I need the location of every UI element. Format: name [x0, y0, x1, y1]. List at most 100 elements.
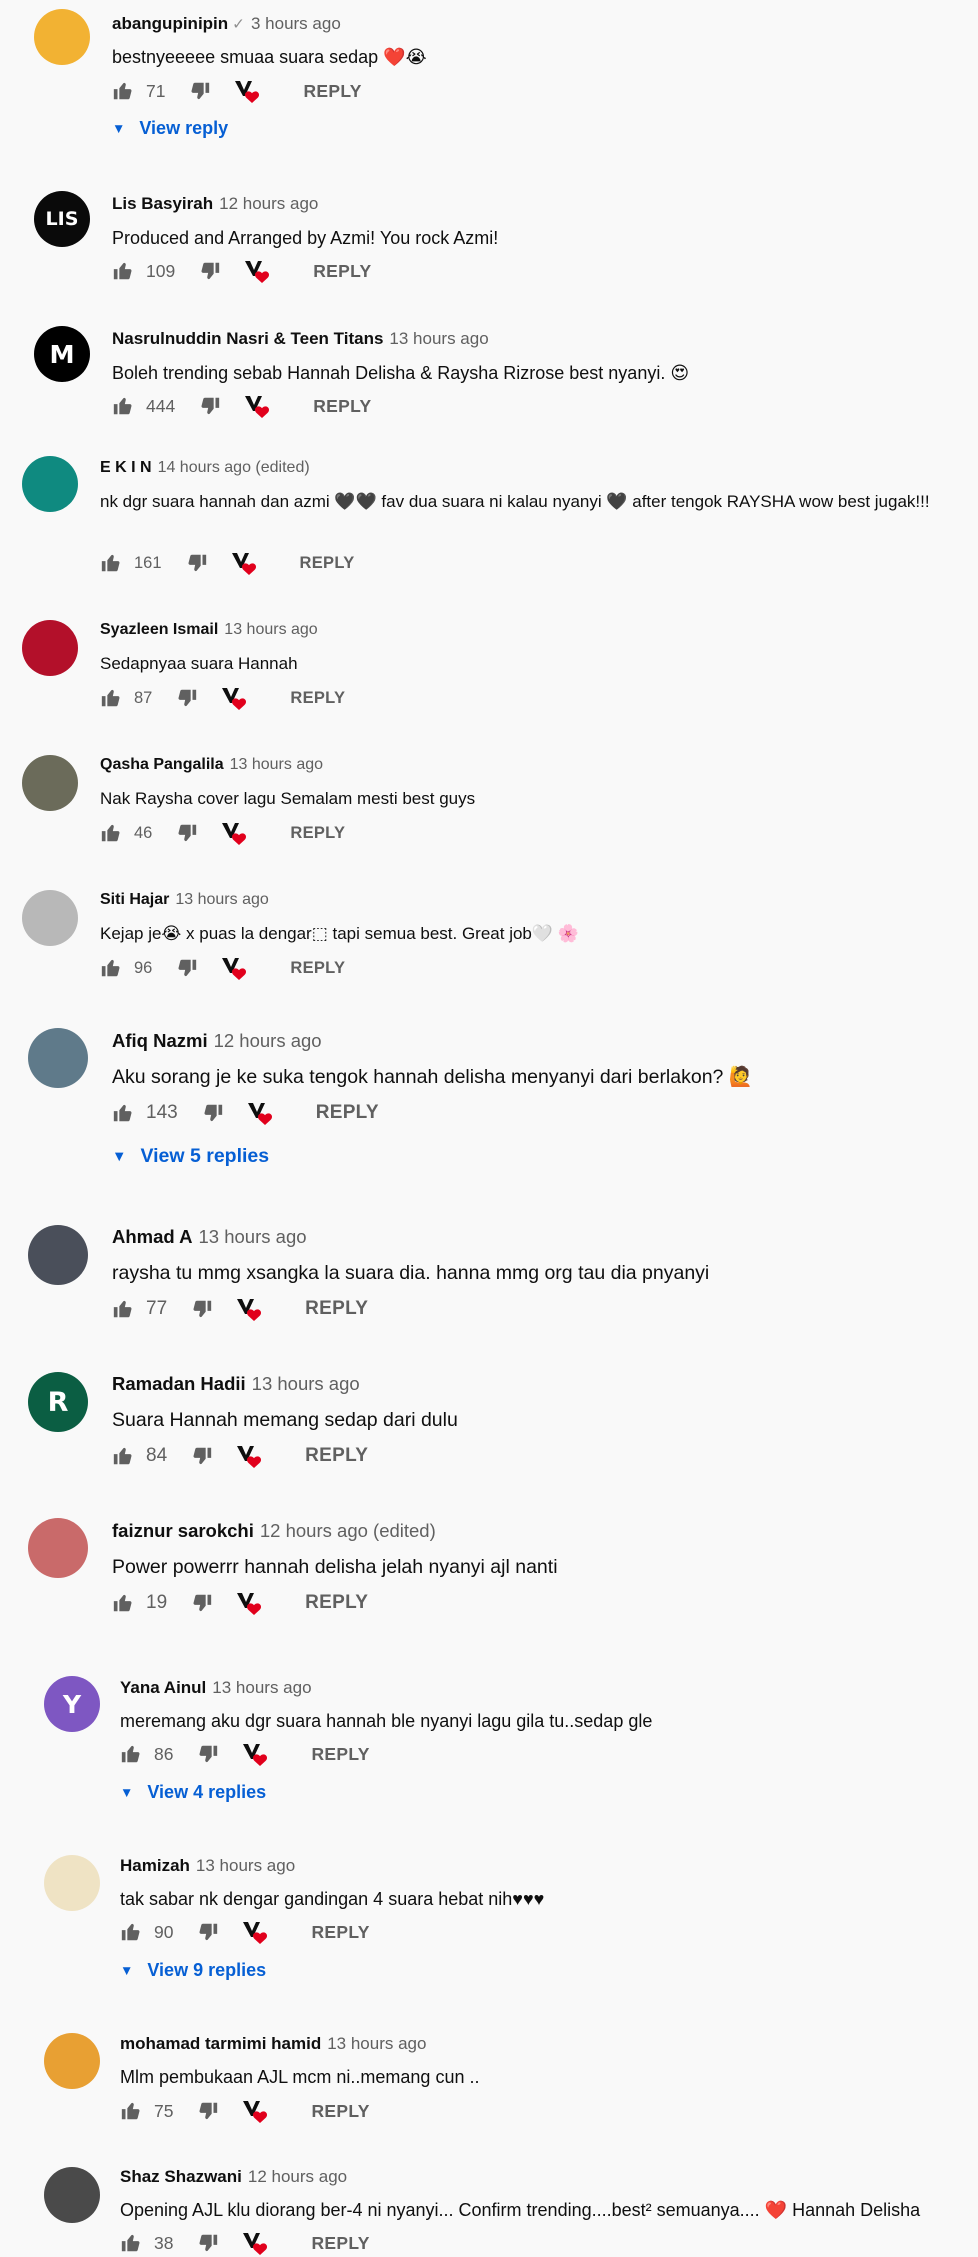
avatar[interactable]: R [28, 1372, 88, 1432]
like-icon[interactable] [112, 395, 134, 417]
avatar[interactable] [22, 755, 78, 811]
comment-timestamp[interactable]: 13 hours ago [212, 1678, 311, 1697]
avatar[interactable] [44, 1855, 100, 1911]
reply-button[interactable]: REPLY [290, 959, 345, 978]
dislike-icon[interactable] [199, 260, 221, 282]
avatar[interactable] [22, 620, 78, 676]
comment-timestamp[interactable]: 12 hours ago [214, 1030, 322, 1051]
comment-author[interactable]: Nasrulnuddin Nasri & Teen Titans [112, 329, 383, 348]
like-icon[interactable] [120, 1743, 142, 1765]
dislike-icon[interactable] [197, 1743, 219, 1765]
dislike-icon[interactable] [176, 822, 198, 844]
comment-timestamp[interactable]: 12 hours ago [219, 194, 318, 213]
comment-timestamp[interactable]: 14 hours ago (edited) [158, 459, 310, 476]
like-icon[interactable] [120, 2232, 142, 2254]
like-icon[interactable] [120, 1921, 142, 1943]
reply-button[interactable]: REPLY [313, 261, 371, 282]
avatar[interactable] [28, 1028, 88, 1088]
comment-author[interactable]: Ramadan Hadii [112, 1373, 246, 1394]
like-icon[interactable] [100, 957, 122, 979]
comment-timestamp[interactable]: 13 hours ago [199, 1226, 307, 1247]
dislike-icon[interactable] [176, 957, 198, 979]
comment-timestamp[interactable]: 13 hours ago [389, 329, 488, 348]
reply-button[interactable]: REPLY [305, 1298, 368, 1320]
reply-button[interactable]: REPLY [316, 1102, 379, 1124]
view-replies-button[interactable]: ▼ View reply [112, 118, 228, 139]
avatar[interactable] [22, 890, 78, 946]
like-count: 19 [146, 1592, 168, 1613]
reply-button[interactable]: REPLY [311, 1744, 369, 1765]
comment-timestamp[interactable]: 13 hours ago [224, 621, 317, 638]
dislike-icon[interactable] [197, 2232, 219, 2254]
reply-button[interactable]: REPLY [311, 1922, 369, 1943]
like-icon[interactable] [100, 552, 122, 574]
like-icon[interactable] [112, 1592, 134, 1614]
like-count: 75 [154, 2100, 174, 2121]
dislike-icon[interactable] [189, 80, 211, 102]
comment-timestamp[interactable]: 12 hours ago (edited) [260, 1520, 436, 1541]
dislike-icon[interactable] [202, 1102, 224, 1124]
avatar[interactable] [44, 2033, 100, 2089]
comment-author[interactable]: Afiq Nazmi [112, 1030, 208, 1051]
comment-author[interactable]: mohamad tarmimi hamid [120, 2034, 321, 2053]
avatar[interactable]: M [34, 326, 90, 382]
like-icon[interactable] [112, 1102, 134, 1124]
comment-author[interactable]: Yana Ainul [120, 1678, 206, 1697]
avatar[interactable]: Y [44, 1676, 100, 1732]
like-icon[interactable] [100, 687, 122, 709]
reply-button[interactable]: REPLY [290, 689, 345, 708]
view-replies-button[interactable]: ▼ View 9 replies [120, 1960, 266, 1981]
comment-timestamp[interactable]: 13 hours ago [252, 1373, 360, 1394]
like-icon[interactable] [100, 822, 122, 844]
comment-author[interactable]: Qasha Pangalila [100, 756, 224, 773]
avatar[interactable] [44, 2167, 100, 2223]
dislike-icon[interactable] [191, 1592, 213, 1614]
comment-author[interactable]: Syazleen Ismail [100, 621, 218, 638]
like-count: 87 [134, 688, 153, 707]
like-icon[interactable] [112, 260, 134, 282]
reply-button[interactable]: REPLY [305, 1592, 368, 1614]
dislike-icon[interactable] [176, 687, 198, 709]
reply-button[interactable]: REPLY [313, 396, 371, 417]
comment-timestamp[interactable]: 13 hours ago [196, 1856, 295, 1875]
like-count: 71 [146, 80, 166, 101]
comment-author[interactable]: abangupinipin [112, 14, 228, 33]
dislike-icon[interactable] [191, 1298, 213, 1320]
comment-author[interactable]: Lis Basyirah [112, 194, 213, 213]
comment-timestamp[interactable]: 12 hours ago [248, 2167, 347, 2186]
reply-button[interactable]: REPLY [303, 81, 361, 102]
comment-header: Yana Ainul 13 hours ago [120, 1678, 312, 1698]
comment-timestamp[interactable]: 3 hours ago [251, 14, 341, 33]
like-icon[interactable] [112, 1298, 134, 1320]
like-icon[interactable] [112, 1445, 134, 1467]
comment-author[interactable]: faiznur sarokchi [112, 1520, 254, 1541]
dislike-icon[interactable] [186, 552, 208, 574]
avatar[interactable] [34, 9, 90, 65]
comment-author[interactable]: Hamizah [120, 1856, 190, 1875]
comment-author[interactable]: Ahmad A [112, 1226, 193, 1247]
like-count: 109 [146, 260, 176, 281]
avatar[interactable] [22, 456, 78, 512]
comment-timestamp[interactable]: 13 hours ago [327, 2034, 426, 2053]
reply-button[interactable]: REPLY [311, 2101, 369, 2122]
comment-timestamp[interactable]: 13 hours ago [175, 891, 268, 908]
view-replies-button[interactable]: ▼ View 4 replies [120, 1782, 266, 1803]
dislike-icon[interactable] [191, 1445, 213, 1467]
view-replies-button[interactable]: ▼ View 5 replies [112, 1145, 269, 1168]
reply-button[interactable]: REPLY [290, 824, 345, 843]
avatar[interactable] [28, 1518, 88, 1578]
like-icon[interactable] [112, 80, 134, 102]
comment-author[interactable]: Siti Hajar [100, 891, 169, 908]
dislike-icon[interactable] [197, 2100, 219, 2122]
reply-button[interactable]: REPLY [311, 2233, 369, 2254]
comment-timestamp[interactable]: 13 hours ago [230, 756, 323, 773]
reply-button[interactable]: REPLY [305, 1445, 368, 1467]
comment-author[interactable]: Shaz Shazwani [120, 2167, 242, 2186]
reply-button[interactable]: REPLY [300, 554, 355, 573]
dislike-icon[interactable] [199, 395, 221, 417]
like-icon[interactable] [120, 2100, 142, 2122]
avatar[interactable] [28, 1225, 88, 1285]
comment-author[interactable]: E K I N [100, 459, 152, 476]
dislike-icon[interactable] [197, 1921, 219, 1943]
avatar[interactable]: LIS [34, 191, 90, 247]
